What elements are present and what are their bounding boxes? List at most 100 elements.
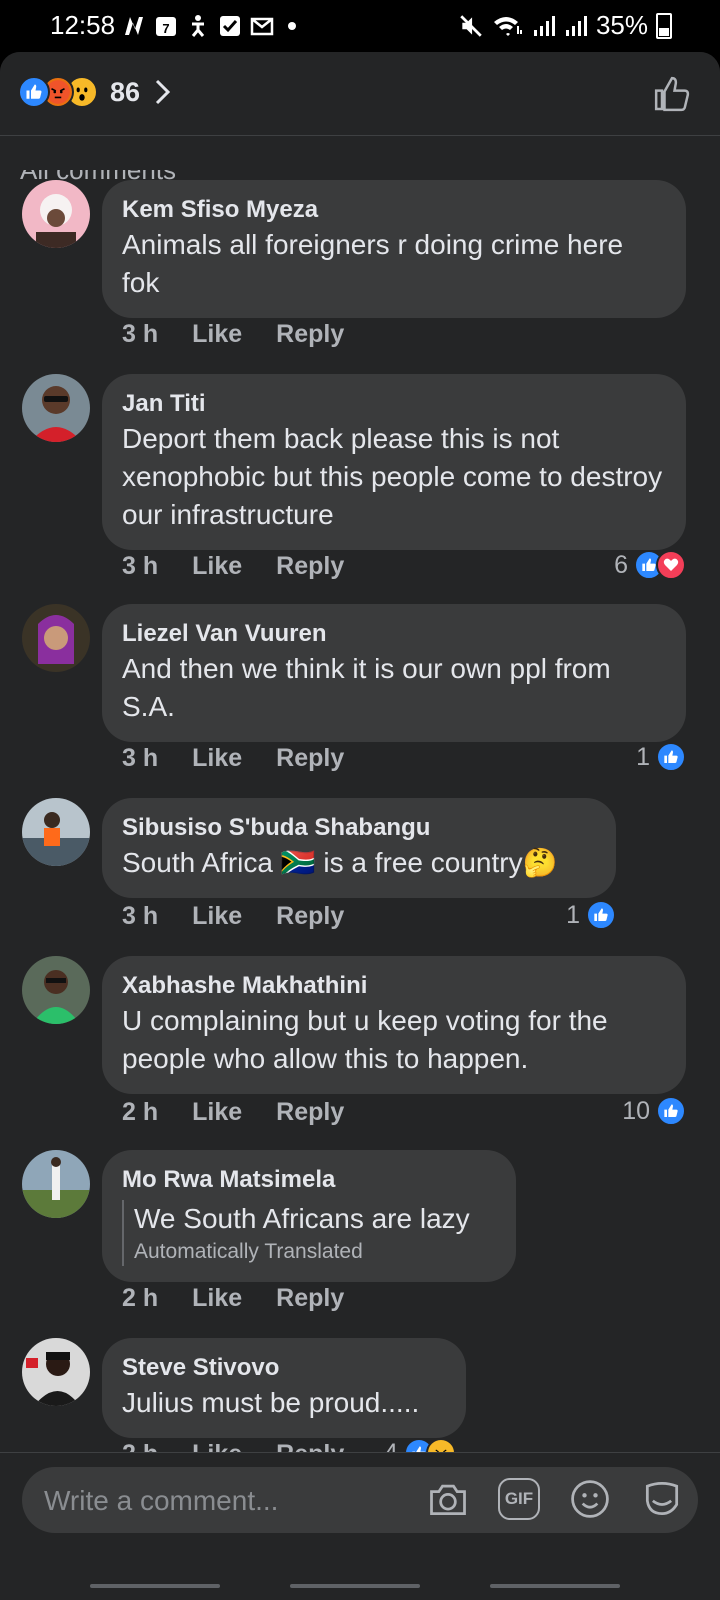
n-app-icon (125, 17, 143, 35)
comment-input-placeholder[interactable]: Write a comment... (44, 1485, 278, 1517)
comment-bubble[interactable]: Jan Titi Deport them back please this is… (102, 374, 686, 550)
comment-bubble[interactable]: Xabhashe Makhathini U complaining but u … (102, 956, 686, 1094)
comment-reactions[interactable]: 10 (622, 1096, 686, 1126)
status-right: 35% (458, 10, 672, 41)
like-reaction-icon (656, 1096, 686, 1126)
sticker-icon[interactable] (640, 1477, 684, 1521)
mute-icon (460, 14, 482, 37)
comment-actions: 2 h Like Reply (122, 1284, 344, 1313)
comment-reaction-count: 6 (614, 550, 628, 579)
comments-panel: 86 All comments Kem Sfiso Myeza Animals … (0, 52, 720, 1600)
like-reaction-icon (586, 900, 616, 930)
checkbox-icon (220, 16, 240, 36)
comment-text: Animals all foreigners r doing crime her… (122, 229, 624, 298)
avatar[interactable] (22, 956, 90, 1024)
svg-text:7: 7 (162, 21, 169, 36)
avatar[interactable] (22, 180, 90, 248)
wifi-icon (493, 16, 522, 36)
comment-time[interactable]: 2 h (122, 1284, 158, 1313)
comment-text: Julius must be proud..... (122, 1387, 420, 1418)
dot-icon (288, 22, 296, 30)
comment-actions: 3 h Like Reply (122, 744, 344, 773)
comment-actions: 3 h Like Reply (122, 552, 344, 581)
avatar[interactable] (22, 798, 90, 866)
reactions-summary[interactable]: 86 (18, 76, 172, 108)
avatar[interactable] (22, 1338, 90, 1406)
comment-text: U complaining but u keep voting for the … (122, 1005, 608, 1074)
comment-time[interactable]: 3 h (122, 320, 158, 349)
reply-link[interactable]: Reply (276, 552, 344, 581)
status-time: 12:58 (50, 10, 116, 40)
avatar[interactable] (22, 374, 90, 442)
like-link[interactable]: Like (192, 552, 242, 581)
commenter-name[interactable]: Xabhashe Makhathini (122, 970, 666, 1002)
comment-time[interactable]: 3 h (122, 552, 158, 581)
like-reaction-icon (656, 742, 686, 772)
reply-link[interactable]: Reply (276, 902, 344, 931)
avatar[interactable] (22, 604, 90, 672)
accessibility-icon (191, 15, 205, 37)
chevron-right-icon (155, 79, 171, 105)
reply-link[interactable]: Reply (276, 1098, 344, 1127)
comment-actions: 3 h Like Reply (122, 320, 344, 349)
like-link[interactable]: Like (192, 744, 242, 773)
reactions-header: 86 (0, 52, 720, 136)
notification-icons: 7 (122, 14, 296, 38)
reply-link[interactable]: Reply (276, 744, 344, 773)
comment-text: And then we think it is our own ppl from… (122, 653, 611, 722)
comment-bubble[interactable]: Liezel Van Vuuren And then we think it i… (102, 604, 686, 742)
nav-back-handle[interactable] (490, 1584, 620, 1588)
commenter-name[interactable]: Sibusiso S'buda Shabangu (122, 812, 596, 844)
comment-text: Deport them back please this is not xeno… (122, 423, 663, 530)
comment-reaction-count: 1 (636, 742, 650, 771)
camera-icon[interactable] (426, 1477, 470, 1521)
reply-link[interactable]: Reply (276, 1284, 344, 1313)
comment-bubble[interactable]: Sibusiso S'buda Shabangu South Africa 🇿🇦… (102, 798, 616, 898)
commenter-name[interactable]: Jan Titi (122, 388, 666, 420)
comment-text: We South Africans are lazy (134, 1203, 470, 1234)
commenter-name[interactable]: Liezel Van Vuuren (122, 618, 666, 650)
system-nav-bar (0, 1570, 720, 1600)
comment-bubble[interactable]: Mo Rwa Matsimela We South Africans are l… (102, 1150, 516, 1282)
like-link[interactable]: Like (192, 902, 242, 931)
comment-reaction-count: 1 (566, 900, 580, 929)
emoji-icon[interactable] (568, 1477, 612, 1521)
comment-bubble[interactable]: Steve Stivovo Julius must be proud..... (102, 1338, 466, 1438)
like-link[interactable]: Like (192, 1098, 242, 1127)
gif-icon[interactable]: GIF (498, 1478, 540, 1520)
battery-text: 35% (595, 10, 648, 40)
comment-reaction-count: 10 (622, 1096, 650, 1125)
signal-icon (533, 15, 555, 36)
nav-home-handle[interactable] (290, 1584, 420, 1588)
like-reaction-icon (18, 76, 50, 108)
composer-icons: GIF (426, 1477, 684, 1521)
battery-icon (656, 12, 672, 39)
commenter-name[interactable]: Mo Rwa Matsimela (122, 1164, 496, 1196)
like-link[interactable]: Like (192, 320, 242, 349)
comment-text: South Africa 🇿🇦 is a free country🤔 (122, 847, 558, 878)
signal-icon (565, 15, 587, 36)
status-bar: 12:58 7 35% (0, 0, 720, 54)
reply-link[interactable]: Reply (276, 320, 344, 349)
comment-bubble[interactable]: Kem Sfiso Myeza Animals all foreigners r… (102, 180, 686, 318)
translation-note[interactable]: Automatically Translated (134, 1238, 496, 1266)
comment-time[interactable]: 2 h (122, 1098, 158, 1127)
comment-time[interactable]: 3 h (122, 902, 158, 931)
translated-block: We South Africans are lazy Automatically… (122, 1200, 496, 1266)
comment-actions: 3 h Like Reply (122, 902, 344, 931)
love-reaction-icon (656, 550, 686, 580)
reaction-count: 86 (110, 76, 141, 107)
comment-time[interactable]: 3 h (122, 744, 158, 773)
avatar[interactable] (22, 1150, 90, 1218)
comment-actions: 2 h Like Reply (122, 1098, 344, 1127)
commenter-name[interactable]: Kem Sfiso Myeza (122, 194, 666, 226)
calendar-7-icon: 7 (156, 17, 176, 36)
nav-recent-handle[interactable] (90, 1584, 220, 1588)
commenter-name[interactable]: Steve Stivovo (122, 1352, 446, 1384)
comment-reactions[interactable]: 1 (566, 900, 616, 930)
comment-reactions[interactable]: 1 (636, 742, 686, 772)
like-link[interactable]: Like (192, 1284, 242, 1313)
comment-reactions[interactable]: 6 (614, 550, 686, 580)
comment-input[interactable]: Write a comment... GIF (22, 1467, 698, 1533)
like-button-icon[interactable] (652, 74, 692, 114)
